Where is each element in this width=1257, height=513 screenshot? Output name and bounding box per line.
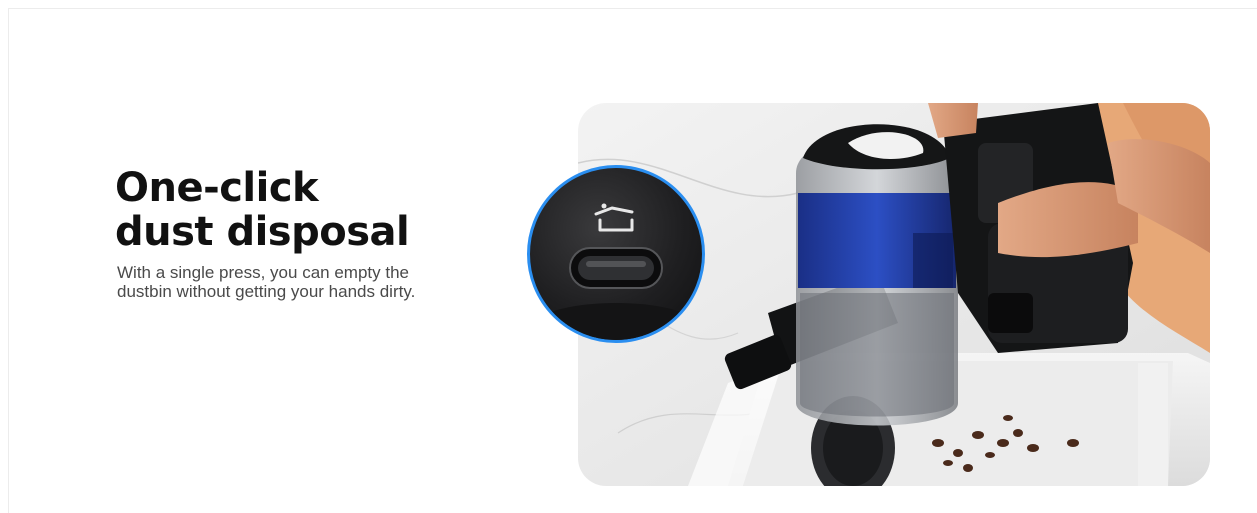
feature-description-line-1: With a single press, you can empty the: [117, 263, 409, 282]
dustbin-open-icon: [594, 203, 634, 232]
dust-release-button: [531, 203, 701, 340]
feature-heading-line-2: dust disposal: [115, 209, 410, 255]
product-feature-section: One-click dust disposal With a single pr…: [0, 0, 1257, 513]
button-closeup: [527, 165, 705, 343]
feature-heading-line-1: One-click: [115, 165, 319, 211]
feature-description-line-2: dustbin without getting your hands dirty…: [117, 282, 416, 301]
feature-heading: One-click dust disposal: [115, 165, 410, 255]
feature-description: With a single press, you can empty the d…: [117, 263, 415, 301]
